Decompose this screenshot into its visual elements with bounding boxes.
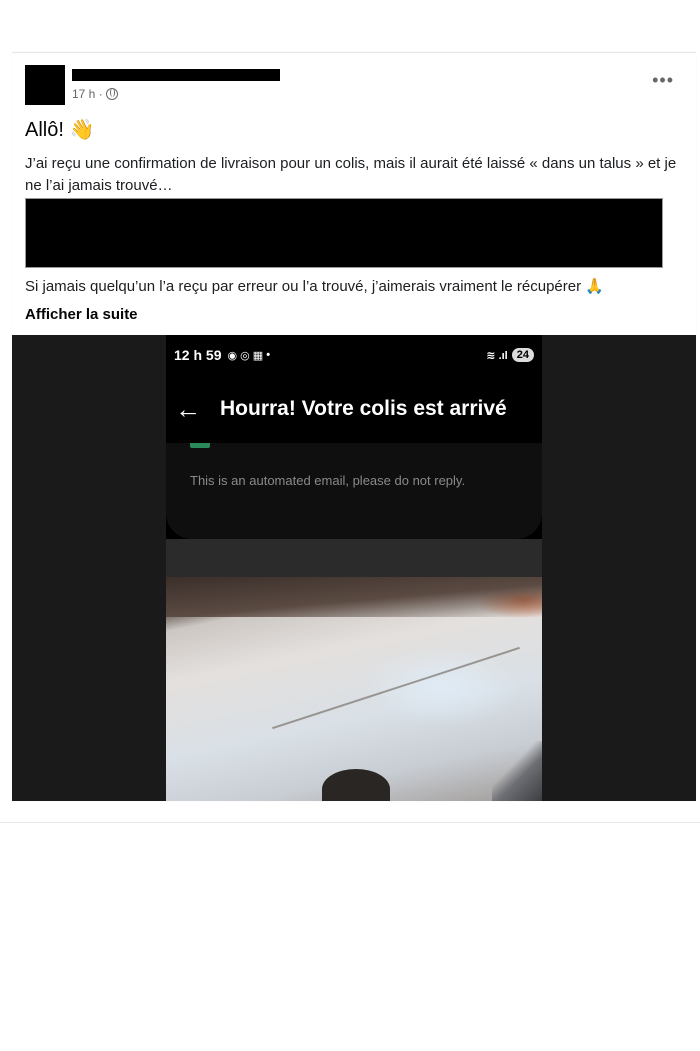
post-timestamp[interactable]: 17 h · bbox=[72, 87, 103, 101]
see-more-link[interactable]: Afficher la suite bbox=[25, 306, 138, 323]
automated-email-notice: This is an automated email, please do no… bbox=[190, 473, 466, 488]
globe-icon bbox=[105, 88, 118, 100]
status-dot: • bbox=[266, 349, 271, 361]
back-arrow-icon: ← bbox=[175, 393, 201, 424]
redacted-block bbox=[25, 198, 663, 268]
email-body: This is an automated email, please do no… bbox=[166, 443, 542, 539]
status-bar: 12 h 59 ◉ ◎ ▦ • ≋ .ıl 24 bbox=[174, 347, 534, 363]
post-meta: 17 h · bbox=[72, 87, 118, 101]
photo-corner bbox=[492, 741, 542, 801]
status-time: 12 h 59 bbox=[174, 347, 222, 363]
post-greeting: Allô! 👋 bbox=[25, 119, 95, 141]
post-card: 17 h · ••• Allô! 👋 J’ai reçu une confirm… bbox=[12, 52, 696, 801]
delivery-photo bbox=[166, 577, 542, 801]
post-media[interactable]: 12 h 59 ◉ ◎ ▦ • ≋ .ıl 24 ← Hourra! Votre… bbox=[12, 335, 696, 801]
post-paragraph-2: Si jamais quelqu’un l’a reçu par erreur … bbox=[25, 278, 604, 295]
redacted-author-name[interactable] bbox=[72, 69, 280, 81]
screenshot-header: ← Hourra! Votre colis est arrivé bbox=[166, 387, 542, 431]
avatar[interactable] bbox=[25, 65, 65, 105]
divider bbox=[0, 822, 700, 823]
system-icons: ≋ .ıl 24 bbox=[486, 348, 534, 362]
green-accent bbox=[190, 443, 210, 448]
battery-icon: 24 bbox=[511, 348, 534, 362]
photo-glint bbox=[362, 647, 522, 727]
notification-icons: ◉ ◎ ▦ • bbox=[227, 349, 270, 362]
phone-screenshot: 12 h 59 ◉ ◎ ▦ • ≋ .ıl 24 ← Hourra! Votre… bbox=[166, 335, 542, 801]
photo-ridge bbox=[166, 577, 542, 617]
post-paragraph-1: J’ai reçu une confirmation de livraison … bbox=[25, 155, 677, 194]
photo-shadow bbox=[322, 769, 390, 801]
screenshot-title: Hourra! Votre colis est arrivé bbox=[220, 397, 507, 420]
app-icons: ◉ ◎ ▦ bbox=[227, 349, 264, 362]
divider-band bbox=[166, 539, 542, 577]
more-options-icon[interactable]: ••• bbox=[652, 71, 674, 89]
wifi-signal-icon: ≋ .ıl bbox=[486, 349, 508, 362]
